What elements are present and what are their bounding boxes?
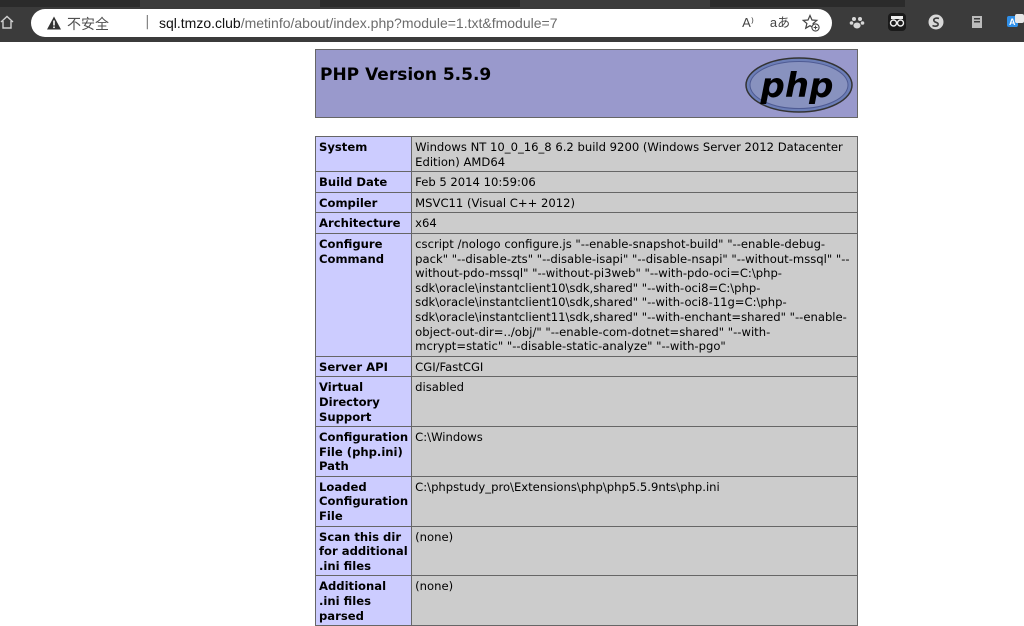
directive-name: Configuration File (php.ini) Path bbox=[314, 426, 413, 477]
svg-text:A: A bbox=[1009, 17, 1016, 27]
directive-name: Virtual Directory Support bbox=[314, 376, 413, 428]
table-row: Configure Command cscript /nologo configu… bbox=[314, 232, 858, 357]
table-row: Additional .ini files parsed (none) bbox=[314, 575, 858, 626]
tab[interactable] bbox=[905, 0, 1024, 7]
directive-value: (none) bbox=[411, 525, 858, 577]
directive-value: CGI/FastCGI bbox=[411, 355, 858, 378]
translate-icon[interactable]: aあ bbox=[769, 14, 791, 32]
url-host: sql.tmzo.club bbox=[159, 15, 241, 31]
phpinfo-table: System Windows NT 10_0_16_8 6.2 build 920… bbox=[314, 135, 858, 626]
directive-value: disabled bbox=[411, 376, 858, 428]
table-row: System Windows NT 10_0_16_8 6.2 build 920… bbox=[314, 135, 858, 173]
directive-name: Scan this dir for additional .ini files bbox=[314, 525, 413, 577]
home-icon[interactable] bbox=[0, 12, 16, 32]
warning-icon[interactable] bbox=[46, 15, 62, 31]
directive-value: Windows NT 10_0_16_8 6.2 build 9200 (Win… bbox=[411, 135, 858, 173]
directive-value: C:\Windows bbox=[411, 426, 858, 477]
directive-name: Build Date bbox=[314, 171, 413, 193]
address-separator: | bbox=[145, 14, 150, 30]
table-row: Loaded Configuration File C:\phpstudy_pro… bbox=[314, 475, 858, 527]
tab[interactable] bbox=[140, 0, 320, 7]
directive-name: Architecture bbox=[314, 212, 413, 234]
url-path: /metinfo/about/index.php?module=1.txt&fm… bbox=[240, 15, 558, 31]
directive-name: Compiler bbox=[314, 191, 413, 214]
tab[interactable] bbox=[520, 0, 710, 7]
read-aloud-icon[interactable]: A⁾ bbox=[739, 14, 757, 32]
directive-name: Server API bbox=[314, 355, 413, 378]
table-row: Build Date Feb 5 2014 10:59:06 bbox=[314, 171, 858, 193]
directive-value: MSVC11 (Visual C++ 2012) bbox=[411, 191, 858, 214]
table-row: Architecture x64 bbox=[314, 212, 858, 234]
url-text[interactable]: sql.tmzo.club/metinfo/about/index.php?mo… bbox=[159, 15, 557, 31]
table-row: Scan this dir for additional .ini files(… bbox=[314, 525, 858, 577]
table-row: Server API CGI/FastCGI bbox=[314, 355, 858, 378]
directive-name: System bbox=[314, 135, 413, 173]
extension-paw-icon[interactable] bbox=[848, 13, 866, 31]
php-logo[interactable]: php bbox=[744, 56, 854, 114]
directive-value: Feb 5 2014 10:59:06 bbox=[411, 171, 858, 193]
address-bar[interactable]: 不安全 | sql.tmzo.club/metinfo/about/index.… bbox=[31, 9, 832, 37]
directive-value: x64 bbox=[411, 212, 858, 234]
extension-s-icon[interactable] bbox=[927, 13, 945, 31]
extension-book-icon[interactable] bbox=[968, 13, 986, 31]
extension-glasses-icon[interactable] bbox=[888, 13, 906, 31]
favorite-add-icon[interactable] bbox=[801, 14, 820, 32]
table-row: Compiler MSVC11 (Visual C++ 2012) bbox=[314, 191, 858, 214]
extension-translate-icon[interactable]: A bbox=[1006, 13, 1024, 31]
table-row: Configuration File (php.ini) Path C:\Wind… bbox=[314, 426, 858, 477]
directive-name: Loaded Configuration File bbox=[314, 475, 413, 527]
directive-value: cscript /nologo configure.js "--enable-s… bbox=[411, 232, 858, 357]
table-row: Virtual Directory Support disabled bbox=[314, 376, 858, 428]
tab-strip bbox=[0, 0, 1024, 7]
php-version-header: PHP Version 5.5.9 php bbox=[315, 49, 858, 118]
directive-name: Configure Command bbox=[314, 232, 413, 357]
security-status[interactable]: 不安全 bbox=[67, 14, 109, 34]
php-logo-text: php bbox=[760, 66, 834, 106]
directive-value: (none) bbox=[411, 575, 858, 626]
directive-name: Additional .ini files parsed bbox=[314, 575, 413, 626]
php-version-title: PHP Version 5.5.9 bbox=[320, 65, 492, 85]
directive-value: C:\phpstudy_pro\Extensions\php\php5.5.9n… bbox=[411, 475, 858, 527]
browser-toolbar: 不安全 | sql.tmzo.club/metinfo/about/index.… bbox=[0, 0, 1024, 42]
